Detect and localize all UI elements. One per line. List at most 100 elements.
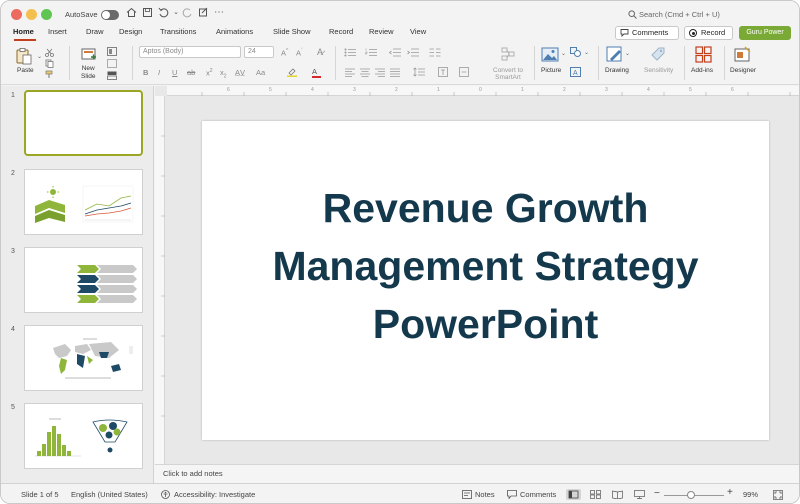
search-box[interactable]: Search (Cmd + Ctrl + U) [639,10,720,19]
character-spacing-icon[interactable]: A̲V̲ [235,68,245,77]
format-painter-qat-icon[interactable] [197,7,209,19]
slide-canvas[interactable]: Revenue Growth Management Strategy Power… [202,121,769,440]
minimize-window-button[interactable] [26,9,37,20]
increase-indent-icon[interactable] [407,48,419,59]
bullets-icon[interactable] [344,48,356,59]
tab-review[interactable]: Review [369,27,394,36]
section-icon[interactable] [107,71,117,82]
accessibility-status[interactable]: Accessibility: Investigate [174,490,255,499]
normal-view-icon[interactable] [566,489,581,500]
drawing-dropdown-icon[interactable]: ⌄ [625,50,630,57]
tab-view[interactable]: View [410,27,426,36]
align-center-icon[interactable] [360,68,370,79]
shapes-dropdown-icon[interactable]: ⌄ [584,49,589,56]
paste-icon[interactable] [15,47,33,67]
new-slide-icon[interactable] [81,47,97,65]
font-color-icon[interactable]: A [312,67,321,78]
italic-icon[interactable]: I [158,68,160,77]
font-name-select[interactable]: Aptos (Body) [139,46,241,58]
text-direction-icon[interactable] [438,67,448,79]
layout-icon[interactable] [107,47,117,58]
convert-smartart-label: Convert to SmartArt [493,67,523,81]
tab-slide-show[interactable]: Slide Show [273,27,311,36]
save-icon[interactable] [141,7,153,19]
redo-icon[interactable] [181,7,193,19]
slide-sorter-icon[interactable] [590,490,601,501]
zoom-slider-handle[interactable] [687,491,695,499]
home-icon[interactable] [125,7,137,19]
change-case-icon[interactable]: Aa [256,68,265,77]
highlight-icon[interactable] [287,67,297,79]
drawing-icon[interactable] [606,46,624,66]
autosave-toggle[interactable] [101,10,119,20]
tab-insert[interactable]: Insert [48,27,67,36]
designer-icon[interactable] [734,46,752,65]
notes-button[interactable]: Notes [475,490,495,499]
zoom-out-icon[interactable]: − [654,488,660,499]
zoom-level[interactable]: 99% [743,490,758,499]
slide-thumbnail-3[interactable] [24,247,143,313]
clear-format-icon[interactable]: A̷ [317,47,323,57]
tab-design[interactable]: Design [119,27,142,36]
copy-icon[interactable] [45,59,54,70]
slideshow-view-icon[interactable] [634,490,645,501]
numbering-icon[interactable] [365,48,377,59]
paste-dropdown-icon[interactable]: ⌄ [37,53,42,60]
subscript-icon[interactable]: x2 [220,68,227,80]
slide-thumbnail-4[interactable] [24,325,143,391]
comments-button[interactable]: Comments [615,26,679,40]
fit-to-window-icon[interactable] [773,490,783,502]
align-left-icon[interactable] [345,68,355,79]
line-spacing-icon[interactable] [413,67,425,79]
slide-thumbnail-1[interactable] [24,90,143,156]
maximize-window-button[interactable] [41,9,52,20]
underline-icon[interactable]: U [172,68,177,77]
convert-label-line1: Convert to [493,67,523,74]
tab-draw[interactable]: Draw [86,27,104,36]
picture-dropdown-icon[interactable]: ⌄ [561,50,566,57]
picture-icon[interactable] [541,47,559,64]
slide-number: 4 [11,326,15,333]
slide-title-line1: Revenue Growth [322,185,649,231]
zoom-in-icon[interactable]: + [727,487,733,498]
superscript-icon[interactable]: x2 [206,68,213,78]
tab-home[interactable]: Home [13,27,34,36]
text-box-icon[interactable]: A [570,67,581,79]
shapes-icon[interactable] [570,47,581,59]
guru-power-button[interactable]: Guru Power [739,26,791,40]
smartart-icon[interactable] [501,47,515,63]
more-icon[interactable]: ⋯ [213,7,225,19]
slide-thumbnail-5[interactable] [24,403,143,469]
language-status[interactable]: English (United States) [71,490,148,499]
tab-animations[interactable]: Animations [216,27,253,36]
align-right-icon[interactable] [375,68,385,79]
sensitivity-icon[interactable] [650,46,666,64]
columns-icon[interactable] [429,48,441,59]
tab-transitions[interactable]: Transitions [160,27,196,36]
record-button[interactable]: Record [684,26,733,40]
reset-icon[interactable] [107,59,117,70]
slide-editor[interactable]: 6 5 4 3 2 1 0 1 2 3 4 5 6 Revenue Growth Management … [155,86,799,464]
svg-text:6: 6 [227,87,230,93]
slide-thumbnail-2[interactable] [24,169,143,235]
undo-icon[interactable] [157,7,169,19]
addins-icon[interactable] [695,46,712,65]
notes-pane[interactable]: Click to add notes [155,464,799,483]
align-text-icon[interactable] [459,67,469,79]
close-window-button[interactable] [11,9,22,20]
decrease-font-icon[interactable]: Aˇ [296,48,303,58]
font-size-select[interactable]: 24 [244,46,274,58]
increase-font-icon[interactable]: A^ [281,48,288,58]
slide-title[interactable]: Revenue Growth Management Strategy Power… [202,179,769,353]
reading-view-icon[interactable] [612,490,623,501]
format-painter-icon[interactable] [45,70,54,81]
comments-status-button[interactable]: Comments [520,490,556,499]
svg-text:5: 5 [269,87,272,93]
tab-record[interactable]: Record [329,27,353,36]
bold-icon[interactable]: B [143,68,148,77]
justify-icon[interactable] [390,68,400,79]
decrease-indent-icon[interactable] [388,48,401,59]
strikethrough-icon[interactable]: ab [187,68,195,77]
drawing-label: Drawing [605,67,629,74]
cut-icon[interactable] [45,48,54,59]
